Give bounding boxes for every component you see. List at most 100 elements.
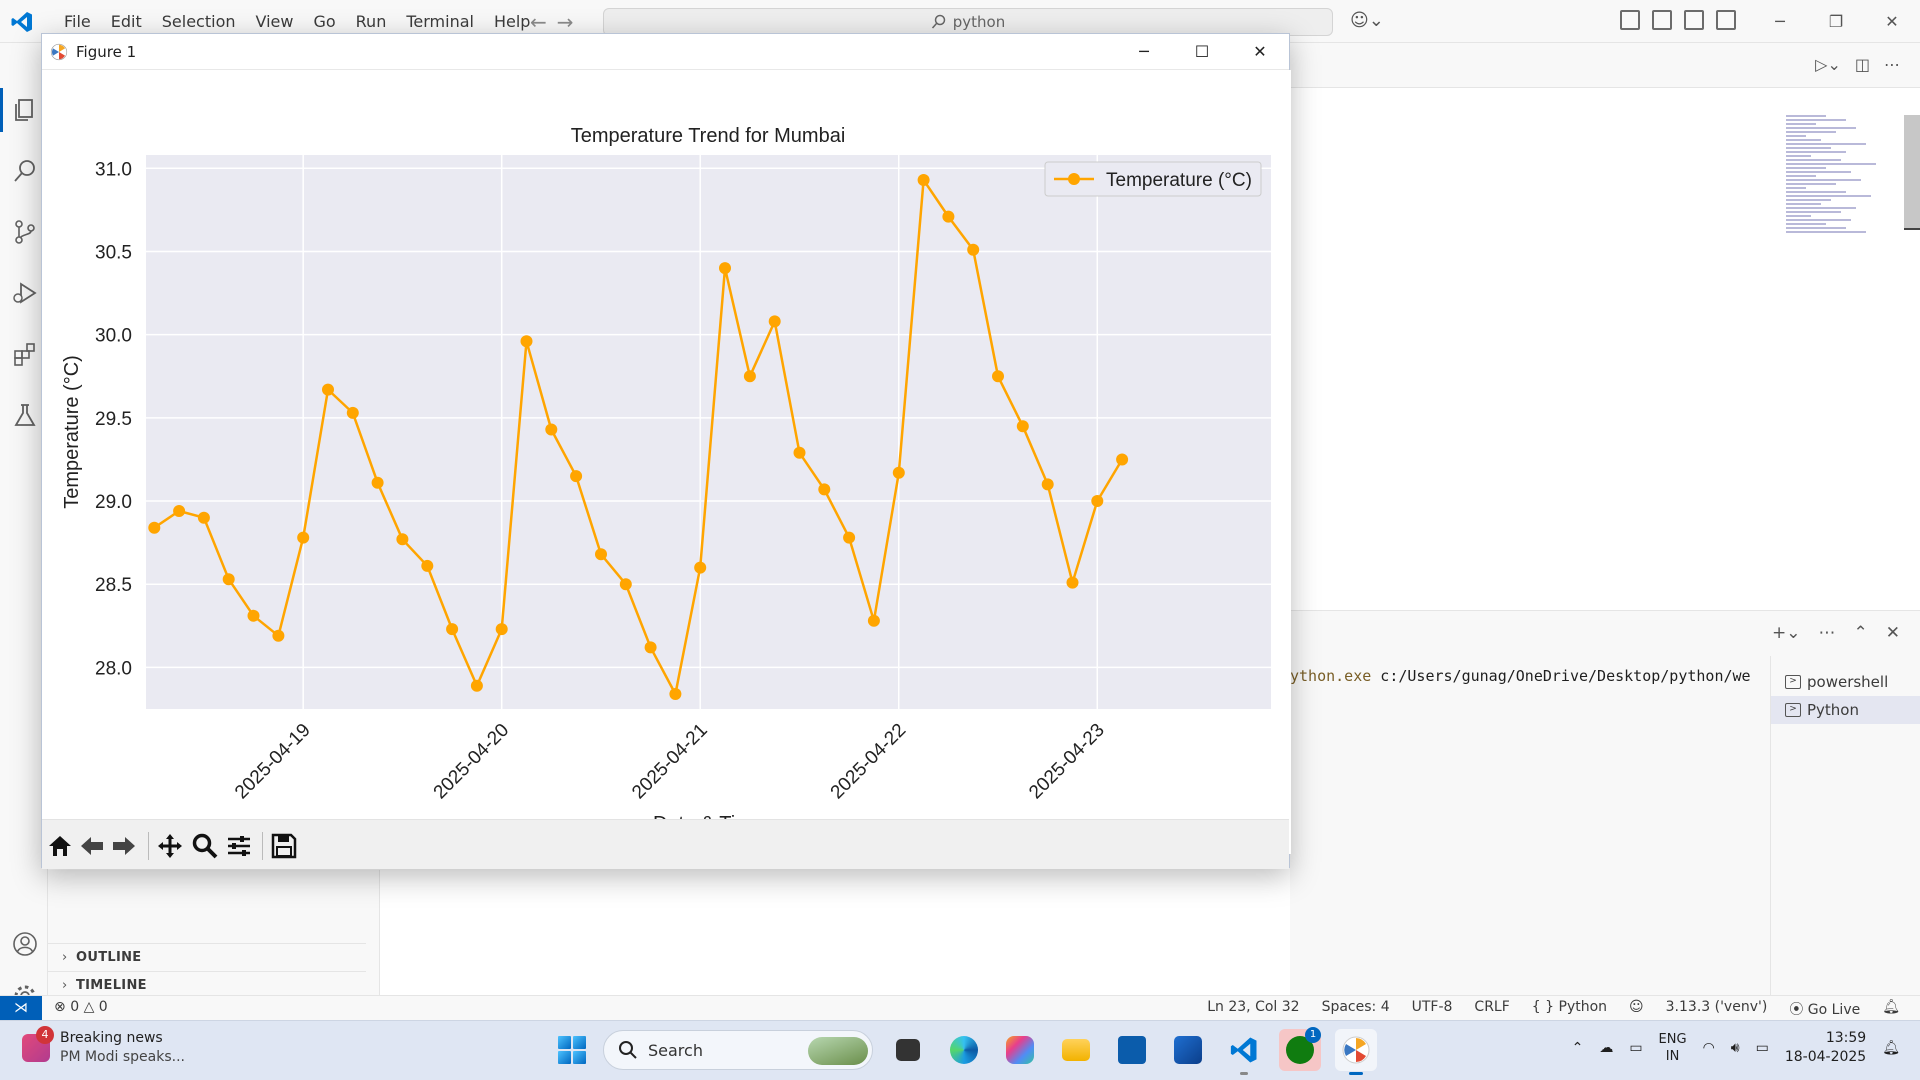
error-icon: ⊗ <box>54 999 66 1015</box>
remote-indicator-icon[interactable]: ⋊ <box>0 996 42 1020</box>
display-icon[interactable]: ▭ <box>1629 1040 1642 1056</box>
temperature-point <box>148 521 161 534</box>
forward-arrow-icon[interactable]: → <box>557 10 574 34</box>
terminal-item-powershell[interactable]: > powershell <box>1771 668 1920 696</box>
toggle-panel-icon[interactable] <box>1684 10 1704 30</box>
battery-icon[interactable]: ▭ <box>1756 1040 1769 1056</box>
temperature-point <box>942 210 955 223</box>
start-button[interactable] <box>555 1033 589 1067</box>
terminal-item-python[interactable]: > Python <box>1771 696 1920 724</box>
close-icon[interactable]: ✕ <box>1231 34 1289 70</box>
temperature-point <box>644 641 657 654</box>
status-bar: ⋊ ⊗ 0 △ 0 Ln 23, Col 32 Spaces: 4 UTF-8 … <box>0 995 1920 1020</box>
store-icon[interactable] <box>1167 1029 1209 1071</box>
indentation[interactable]: Spaces: 4 <box>1322 999 1390 1019</box>
temperature-point <box>843 531 856 544</box>
toolbar-separator <box>148 832 149 860</box>
cursor-position[interactable]: Ln 23, Col 32 <box>1207 999 1299 1019</box>
temperature-point <box>1016 420 1029 433</box>
minimize-icon[interactable]: ─ <box>1115 34 1173 70</box>
home-icon[interactable] <box>46 832 74 860</box>
toggle-secondary-sidebar-icon[interactable] <box>1716 10 1736 30</box>
restore-icon[interactable]: ❐ <box>1808 0 1864 43</box>
temperature-point <box>272 629 285 642</box>
testing-icon[interactable] <box>12 402 38 428</box>
close-panel-icon[interactable]: ✕ <box>1886 623 1900 643</box>
task-view-icon[interactable] <box>887 1029 929 1071</box>
matplotlib-taskbar-icon[interactable] <box>1335 1029 1377 1075</box>
extensions-icon[interactable] <box>12 341 38 367</box>
forward-icon[interactable] <box>110 832 138 860</box>
editor-tab-bar: ▷⌄ ◫ ⋯ <box>1290 43 1920 88</box>
pan-icon[interactable] <box>156 832 184 860</box>
maximize-panel-icon[interactable]: ⌃ <box>1854 623 1868 643</box>
panel-more-icon[interactable]: ⋯ <box>1819 623 1836 643</box>
save-icon[interactable] <box>270 832 298 860</box>
file-explorer-icon[interactable] <box>1055 1029 1097 1071</box>
minimize-icon[interactable]: ─ <box>1752 0 1808 43</box>
news-widget[interactable]: 4 Breaking news PM Modi speaks... <box>22 1026 185 1067</box>
temperature-point <box>1041 478 1054 491</box>
temperature-point <box>346 406 359 419</box>
maximize-icon[interactable]: ☐ <box>1173 34 1231 70</box>
back-icon[interactable] <box>78 832 106 860</box>
command-center[interactable]: python <box>603 8 1333 36</box>
run-file-icon[interactable]: ▷⌄ <box>1815 55 1841 74</box>
terminal-output[interactable]: ython.exe c:/Users/gunag/OneDrive/Deskto… <box>1290 667 1760 685</box>
bell-icon[interactable]: 🔔︎ <box>1882 999 1900 1019</box>
active-indicator <box>1349 1072 1363 1075</box>
line-ending[interactable]: CRLF <box>1474 999 1509 1019</box>
clock[interactable]: 13:59 18-04-2025 <box>1785 1029 1866 1067</box>
customize-layout-icon[interactable] <box>1620 10 1640 30</box>
temperature-point <box>595 548 607 561</box>
language-mode[interactable]: { } Python <box>1532 999 1607 1019</box>
zoom-icon[interactable] <box>191 832 219 860</box>
search-icon[interactable] <box>12 158 38 184</box>
edge-icon[interactable] <box>943 1029 985 1071</box>
sidebar: › OUTLINE › TIMELINE <box>48 870 380 995</box>
configure-subplots-icon[interactable] <box>225 832 253 860</box>
explorer-icon[interactable] <box>12 97 38 123</box>
chevron-up-icon[interactable]: ⌃ <box>1572 1040 1584 1056</box>
python-interpreter[interactable]: 3.13.3 ('venv') <box>1666 999 1768 1019</box>
new-terminal-icon[interactable]: +⌄ <box>1772 623 1801 643</box>
source-control-icon[interactable] <box>12 219 38 245</box>
temperature-point <box>694 561 707 574</box>
toggle-sidebar-icon[interactable] <box>1652 10 1672 30</box>
xbox-icon[interactable]: 1 <box>1279 1027 1321 1071</box>
temperature-point <box>1066 576 1079 589</box>
close-icon[interactable]: ✕ <box>1864 0 1920 43</box>
temperature-point <box>396 533 409 546</box>
copilot-icon[interactable]: ☺⌄ <box>1350 10 1384 31</box>
vscode-logo-icon <box>11 12 32 32</box>
volume-icon[interactable]: 🔊︎ <box>1731 1040 1740 1056</box>
wifi-icon[interactable]: ◠ <box>1703 1040 1715 1056</box>
minimap[interactable] <box>1786 115 1886 260</box>
copilot-app-icon[interactable] <box>999 1029 1041 1071</box>
run-debug-icon[interactable] <box>12 280 38 306</box>
more-actions-icon[interactable]: ⋯ <box>1884 55 1900 74</box>
figure-toolbar <box>42 819 1289 869</box>
dell-icon[interactable] <box>1111 1029 1153 1071</box>
temperature-chart[interactable]: 28.028.529.029.530.030.531.0 2025-04-19 2… <box>42 70 1291 854</box>
temperature-point <box>322 383 334 396</box>
temperature-point <box>371 476 384 489</box>
problems-indicator[interactable]: ⊗ 0 △ 0 <box>54 999 108 1015</box>
editor-scrollbar[interactable] <box>1904 115 1920 230</box>
go-live-button[interactable]: ⦿ Go Live <box>1789 999 1860 1019</box>
vscode-taskbar-icon[interactable] <box>1223 1029 1265 1075</box>
accounts-icon[interactable] <box>12 931 38 957</box>
taskbar-search[interactable]: Search <box>603 1030 873 1070</box>
outline-section[interactable]: › OUTLINE <box>48 943 366 965</box>
notification-icon[interactable]: 🔔︎ <box>1882 1040 1900 1056</box>
split-editor-icon[interactable]: ◫ <box>1855 55 1870 74</box>
xbox-badge: 1 <box>1305 1027 1321 1043</box>
copilot-status-icon[interactable]: ☺ <box>1629 999 1644 1019</box>
y-tick-label: 28.5 <box>95 575 132 596</box>
language-indicator[interactable]: ENG IN <box>1659 1031 1687 1065</box>
onedrive-icon[interactable]: ☁ <box>1599 1040 1613 1056</box>
activity-active-indicator <box>0 88 3 132</box>
encoding[interactable]: UTF-8 <box>1412 999 1453 1019</box>
back-arrow-icon[interactable]: ← <box>530 10 547 34</box>
timeline-section[interactable]: › TIMELINE <box>48 971 366 993</box>
